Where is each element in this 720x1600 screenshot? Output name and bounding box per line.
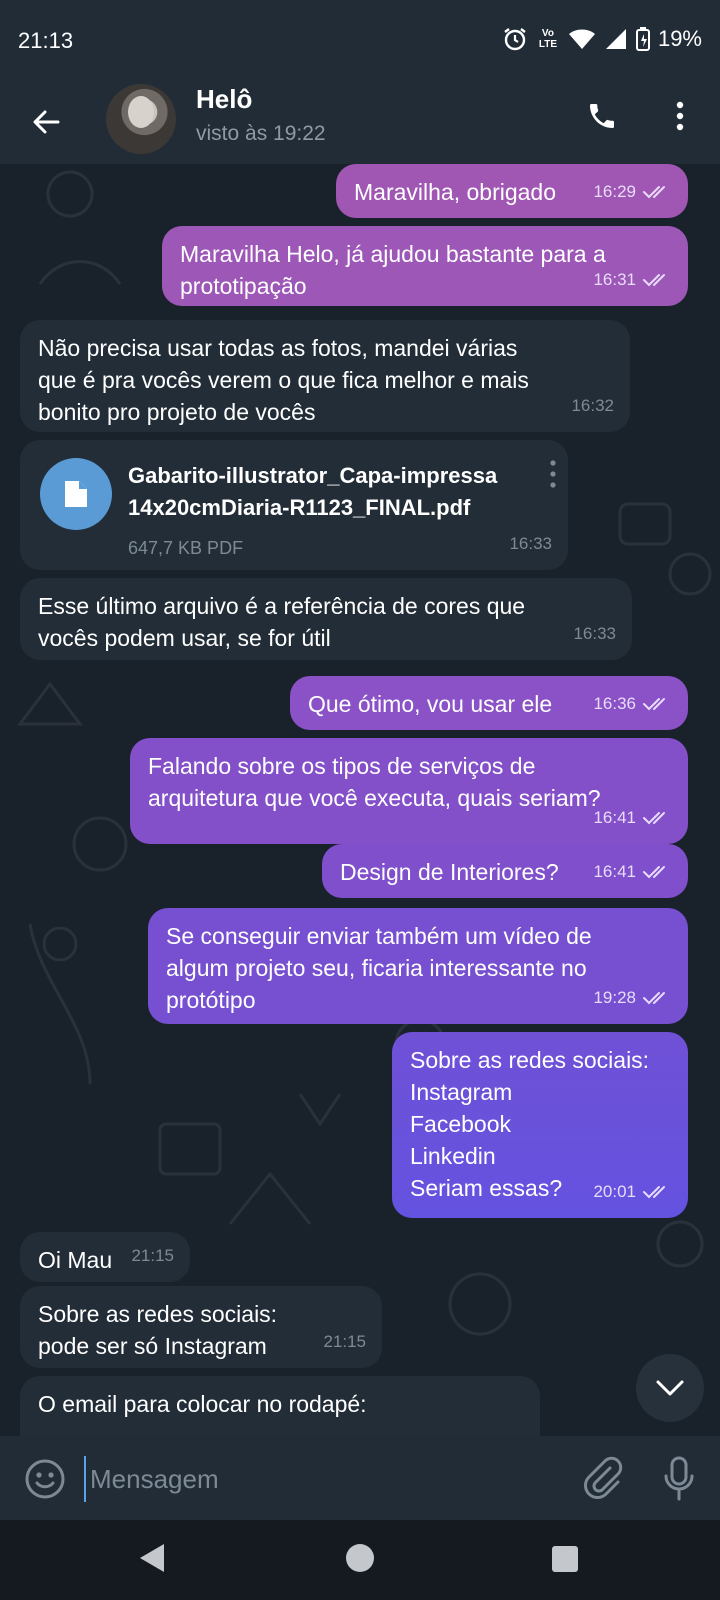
contact-status: visto às 19:22 <box>196 122 326 145</box>
chevron-down-icon <box>656 1380 684 1396</box>
message-meta: 16:33 <box>509 528 552 560</box>
smiley-icon <box>25 1459 65 1499</box>
message-outgoing[interactable]: Se conseguir enviar também um vídeo de a… <box>148 908 688 1024</box>
contact-name[interactable]: Helô <box>196 84 252 115</box>
message-text: O email para colocar no rodapé: <box>38 1391 367 1417</box>
message-meta: 20:01 <box>593 1176 672 1208</box>
message-composer <box>0 1436 720 1520</box>
status-bar: 21:13 Vo LTE 19% <box>0 0 720 84</box>
chat-area[interactable]: Maravilha, obrigado 16:29 Maravilha Helo… <box>0 164 720 1436</box>
call-button[interactable] <box>580 94 624 138</box>
double-check-icon <box>643 186 665 199</box>
file-options-button[interactable] <box>550 460 556 496</box>
message-time: 16:41 <box>593 808 636 827</box>
nav-recents-button[interactable] <box>552 1546 578 1572</box>
more-vertical-icon <box>676 101 684 131</box>
message-time: 16:33 <box>509 534 552 553</box>
double-check-icon <box>643 274 665 287</box>
battery-icon <box>635 27 650 51</box>
message-text: Design de Interiores? <box>340 859 559 885</box>
message-time: 21:15 <box>323 1332 366 1351</box>
message-time: 19:28 <box>593 988 636 1007</box>
message-meta: 21:15 <box>323 1326 366 1358</box>
message-meta: 16:32 <box>571 390 614 422</box>
message-text: Falando sobre os tipos de serviços de ar… <box>148 753 601 811</box>
message-time: 16:36 <box>593 694 636 713</box>
attach-button[interactable] <box>580 1456 626 1502</box>
double-check-icon <box>643 698 665 711</box>
message-incoming[interactable]: Sobre as redes sociais: pode ser só Inst… <box>20 1286 382 1368</box>
system-navigation-bar <box>0 1520 720 1600</box>
message-time: 16:31 <box>593 270 636 289</box>
paperclip-icon <box>584 1456 623 1499</box>
message-outgoing[interactable]: Design de Interiores? 16:41 <box>322 844 688 898</box>
message-meta: 16:41 <box>593 856 672 888</box>
message-meta: 16:29 <box>593 176 672 208</box>
phone-icon <box>590 104 614 128</box>
document-icon <box>65 481 87 507</box>
message-outgoing[interactable]: Que ótimo, vou usar ele 16:36 <box>290 676 688 730</box>
double-check-icon <box>643 812 665 825</box>
message-meta: 16:31 <box>593 264 672 296</box>
message-text: Que ótimo, vou usar ele <box>308 691 553 717</box>
message-time: 20:01 <box>593 1182 636 1201</box>
message-incoming[interactable]: Esse último arquivo é a referência de co… <box>20 578 632 660</box>
message-text: Não precisa usar todas as fotos, mandei … <box>38 335 529 425</box>
scroll-down-button[interactable] <box>636 1354 704 1422</box>
message-outgoing[interactable]: Falando sobre os tipos de serviços de ar… <box>130 738 688 844</box>
message-meta: 16:33 <box>573 618 616 650</box>
message-outgoing[interactable]: Maravilha, obrigado 16:29 <box>336 164 688 218</box>
voice-record-button[interactable] <box>656 1454 702 1504</box>
nav-home-button[interactable] <box>346 1544 374 1572</box>
message-time: 21:15 <box>131 1246 174 1265</box>
double-check-icon <box>643 1186 665 1199</box>
file-size: 647,7 KB PDF <box>128 538 244 558</box>
alarm-icon <box>504 28 526 51</box>
chat-header: Helô visto às 19:22 <box>0 84 720 164</box>
message-incoming[interactable]: Oi Mau 21:15 <box>20 1232 190 1282</box>
message-text: Sobre as redes sociais: pode ser só Inst… <box>38 1301 278 1359</box>
file-name: Gabarito-illustrator_Capa-impressa 14x20… <box>128 463 498 520</box>
message-outgoing[interactable]: Maravilha Helo, já ajudou bastante para … <box>162 226 688 306</box>
message-time: 16:41 <box>593 862 636 881</box>
message-meta: 16:36 <box>593 688 672 720</box>
back-button[interactable] <box>22 98 70 146</box>
arrow-left-icon <box>33 110 60 134</box>
message-incoming[interactable]: O email para colocar no rodapé: <box>20 1376 540 1436</box>
message-text: Maravilha, obrigado <box>354 179 557 205</box>
more-options-button[interactable] <box>660 94 700 138</box>
wifi-icon <box>568 29 595 49</box>
message-meta: 19:28 <box>593 982 672 1014</box>
message-text: Se conseguir enviar também um vídeo de a… <box>166 923 592 1013</box>
message-outgoing[interactable]: Sobre as redes sociais: Instagram Facebo… <box>392 1032 688 1218</box>
double-check-icon <box>643 866 665 879</box>
message-text: Maravilha Helo, já ajudou bastante para … <box>180 241 606 299</box>
file-download-button[interactable] <box>40 458 112 530</box>
microphone-icon <box>664 1456 694 1501</box>
file-message[interactable]: Gabarito-illustrator_Capa-impressa 14x20… <box>20 440 568 570</box>
nav-back-icon[interactable] <box>138 1542 168 1574</box>
double-check-icon <box>643 992 665 1005</box>
message-meta: 16:41 <box>593 802 672 834</box>
more-vertical-icon <box>550 460 556 488</box>
avatar[interactable] <box>106 84 176 154</box>
volte-icon: Vo LTE <box>538 28 558 50</box>
emoji-button[interactable] <box>22 1456 68 1502</box>
status-icons: Vo LTE 19% <box>502 26 702 52</box>
signal-icon <box>605 29 626 49</box>
message-text: Esse último arquivo é a referência de co… <box>38 593 526 651</box>
message-meta: 21:15 <box>131 1240 174 1272</box>
message-text: Oi Mau <box>38 1247 113 1273</box>
message-time: 16:29 <box>593 182 636 201</box>
battery-level: 19% <box>657 26 702 51</box>
status-time: 21:13 <box>18 28 74 53</box>
message-time: 16:33 <box>573 624 616 643</box>
message-input[interactable] <box>84 1456 562 1502</box>
message-time: 16:32 <box>571 396 614 415</box>
message-incoming[interactable]: Não precisa usar todas as fotos, mandei … <box>20 320 630 432</box>
